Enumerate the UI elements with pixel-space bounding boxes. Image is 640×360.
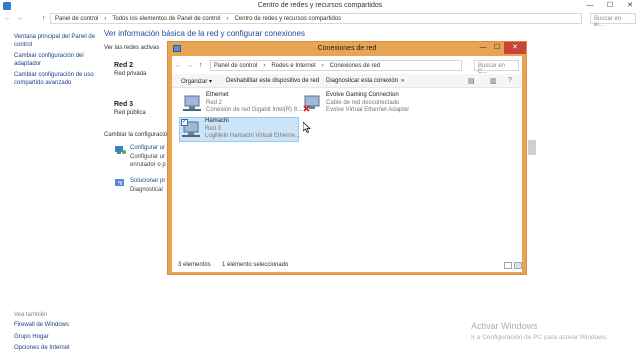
page-title: Ver información básica de la red y confi…	[104, 29, 305, 38]
fg-search-input[interactable]: Buscar en C...	[474, 60, 519, 75]
connection-name: Ethernet	[206, 92, 229, 98]
active-networks-label: Ver las redes activas	[104, 45, 160, 51]
connection-item-selected[interactable]: ✓ Hamachi Red 3 LogMeIn Hamachi Virtual …	[179, 117, 300, 142]
bg-window-controls: — ☐ ✕	[580, 0, 640, 12]
left-panel: Ventana principal del Panel de control C…	[14, 34, 104, 91]
up-button[interactable]: ↑	[199, 62, 203, 69]
connection-item[interactable]: Evolve Gaming Connection Cable de red de…	[301, 92, 421, 116]
details-view-icon[interactable]	[504, 262, 512, 269]
minimize-button[interactable]: —	[476, 42, 490, 54]
breadcrumb-item[interactable]: Centro de redes y recursos compartidos	[234, 16, 341, 22]
link-internet-options[interactable]: Opciones de Internet	[14, 345, 104, 353]
minimize-button[interactable]: —	[580, 0, 600, 12]
change-settings-label: Cambiar la configuración	[104, 132, 171, 138]
breadcrumb-item[interactable]: Panel de control	[214, 63, 257, 69]
maximize-button[interactable]: ☐	[600, 0, 620, 12]
connection-item[interactable]: Ethernet Red 2 Conexión de red Gigabit I…	[181, 92, 303, 116]
breadcrumb-separator[interactable]: ›	[226, 16, 228, 22]
link-windows-firewall[interactable]: Firewall de Windows	[14, 322, 104, 330]
forward-button[interactable]: →	[186, 62, 193, 69]
fg-address-bar: ← → ↑ Panel de control › Redes e Interne…	[172, 59, 522, 75]
maximize-button[interactable]: ☐	[490, 42, 504, 54]
see-also-label: Vea también	[14, 312, 48, 318]
bg-breadcrumb[interactable]: Panel de control › Todos los elementos d…	[50, 13, 582, 24]
breadcrumb-item[interactable]: Todos los elementos de Panel de control	[112, 16, 220, 22]
task-desc: enrutador o p	[130, 162, 166, 168]
breadcrumb-separator[interactable]: ›	[104, 16, 106, 22]
fg-content: ← → ↑ Panel de control › Redes e Interne…	[172, 56, 522, 272]
connection-name: Hamachi	[205, 118, 229, 124]
connection-device: Conexión de red Gigabit Intel(R) 8...	[206, 107, 303, 113]
activation-watermark-title: Activar Windows	[471, 321, 538, 331]
view-options-icon[interactable]: ▤	[468, 77, 475, 85]
bg-window-title: Centro de redes y recursos compartidos	[257, 2, 383, 9]
organize-button[interactable]: Organizar ▾	[181, 78, 212, 85]
fg-titlebar: Conexiones de red — ☐ ✕	[168, 42, 526, 55]
breadcrumb-separator[interactable]: ›	[263, 63, 265, 69]
connection-network: Red 2	[206, 100, 223, 106]
task-link-troubleshoot[interactable]: Solucionar pr	[130, 178, 165, 184]
left-link-control-panel-home[interactable]: Ventana principal del Panel de control	[14, 34, 104, 49]
checkbox-icon[interactable]: ✓	[181, 119, 188, 126]
connection-device: Evolve Virtual Ethernet Adapter	[326, 107, 410, 113]
breadcrumb-item[interactable]: Redes e Internet	[271, 63, 315, 69]
left-link-adapter-settings[interactable]: Cambiar configuración del adaptador	[14, 53, 104, 68]
network-setup-icon	[115, 146, 126, 154]
forward-button[interactable]: →	[16, 15, 23, 22]
activation-watermark-subtitle: Ir a Configuración de PC para activar Wi…	[471, 334, 608, 341]
item-count: 3 elementos	[178, 262, 211, 268]
fg-window-title: Conexiones de red	[317, 45, 377, 52]
close-button[interactable]: ✕	[620, 0, 640, 12]
connection-device: LogMeIn Hamachi Virtual Etherne...	[205, 133, 300, 139]
link-homegroup[interactable]: Grupo Hogar	[14, 334, 104, 342]
back-button[interactable]: ←	[4, 15, 11, 22]
diagnose-button[interactable]: Diagnosticar esta conexión	[326, 78, 398, 84]
fg-window-controls: — ☐ ✕	[476, 42, 526, 54]
network-connections-window: Conexiones de red — ☐ ✕ ← → ↑ Panel de c…	[167, 41, 527, 275]
network-type: Red pública	[114, 110, 146, 116]
connection-network: Red 3	[205, 126, 222, 132]
preview-pane-icon[interactable]: ▥	[490, 77, 497, 85]
network-type: Red privada	[114, 71, 147, 77]
bg-search-input[interactable]: Buscar en el...	[590, 13, 636, 28]
connection-network: Cable de red desconectado	[326, 100, 400, 106]
command-bar: Organizar ▾ Deshabilitar este dispositiv…	[172, 74, 522, 88]
troubleshoot-icon	[115, 179, 124, 186]
disable-device-button[interactable]: Deshabilitar este dispositivo de red	[226, 78, 319, 84]
task-desc: Diagnosticar	[130, 187, 164, 193]
disconnected-adapter-icon	[303, 95, 320, 112]
connection-name: Evolve Gaming Connection	[326, 92, 399, 98]
left-link-advanced-sharing[interactable]: Cambiar configuración de uso compartido …	[14, 72, 104, 87]
mouse-cursor-icon	[303, 122, 311, 133]
large-icons-view-icon[interactable]	[514, 262, 522, 269]
more-commands-button[interactable]: »	[401, 78, 404, 84]
close-button[interactable]: ✕	[504, 42, 526, 54]
ethernet-adapter-icon	[183, 95, 201, 111]
breadcrumb-item[interactable]: Conexiones de red	[330, 63, 380, 69]
bg-titlebar: Centro de redes y recursos compartidos —…	[0, 0, 640, 12]
scrollbar[interactable]	[528, 140, 536, 155]
breadcrumb-item[interactable]: Panel de control	[55, 16, 98, 22]
back-button[interactable]: ←	[175, 62, 182, 69]
breadcrumb-separator[interactable]: ›	[322, 63, 324, 69]
status-bar: 3 elementos 1 elemento seleccionado	[172, 261, 522, 272]
see-also-panel: Vea también Firewall de Windows Grupo Ho…	[14, 312, 104, 357]
network-name: Red 3	[114, 101, 134, 108]
network-name: Red 2	[114, 62, 134, 69]
up-button[interactable]: ↑	[42, 15, 46, 22]
fg-breadcrumb[interactable]: Panel de control › Redes e Internet › Co…	[210, 60, 462, 71]
selection-count: 1 elemento seleccionado	[222, 262, 289, 268]
task-desc: Configurar ur	[130, 154, 166, 160]
task-link-setup[interactable]: Configurar ur	[130, 145, 165, 151]
help-icon[interactable]: ?	[508, 77, 512, 84]
